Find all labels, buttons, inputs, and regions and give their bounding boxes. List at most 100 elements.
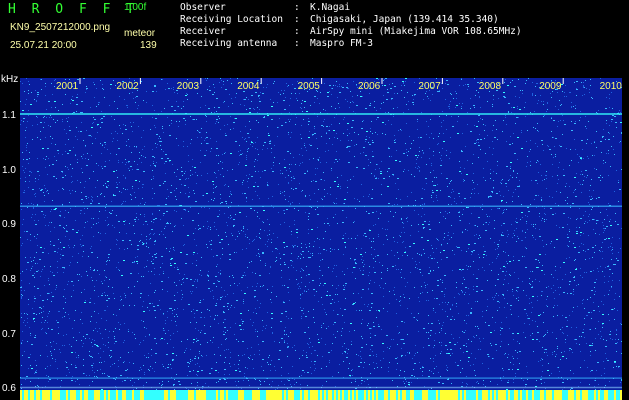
noise-speck	[141, 276, 142, 277]
noise-speck	[215, 123, 216, 124]
noise-speck	[473, 250, 475, 251]
noise-speck	[216, 121, 217, 122]
noise-speck	[118, 360, 119, 361]
noise-speck	[508, 369, 510, 370]
noise-speck	[116, 239, 117, 240]
noise-speck	[502, 179, 503, 180]
noise-speck	[584, 272, 585, 273]
noise-speck	[587, 156, 588, 157]
noise-speck	[459, 85, 460, 86]
noise-speck	[263, 326, 264, 327]
noise-speck	[608, 150, 609, 151]
noise-speck	[526, 248, 527, 249]
noise-speck	[345, 298, 346, 299]
noise-speck	[85, 196, 87, 197]
noise-speck	[39, 259, 41, 260]
noise-speck	[245, 236, 246, 237]
noise-speck	[317, 201, 318, 202]
noise-speck	[400, 199, 401, 200]
noise-speck	[83, 202, 84, 203]
noise-speck	[210, 151, 211, 152]
noise-speck	[594, 294, 595, 295]
noise-speck	[109, 355, 110, 356]
noise-speck	[218, 372, 219, 373]
noise-speck	[437, 239, 438, 240]
noise-speck	[219, 118, 220, 119]
noise-speck	[92, 370, 93, 371]
noise-speck	[340, 308, 341, 309]
noise-speck	[536, 380, 537, 381]
noise-speck	[536, 267, 538, 268]
noise-speck	[569, 92, 570, 93]
noise-speck	[547, 102, 548, 103]
noise-speck	[581, 159, 582, 160]
noise-speck	[244, 139, 245, 140]
noise-speck	[230, 153, 232, 154]
noise-speck	[28, 299, 29, 300]
noise-speck	[461, 202, 462, 203]
noise-speck	[235, 180, 237, 181]
noise-speck	[542, 371, 543, 372]
noise-speck	[322, 304, 323, 305]
noise-speck	[555, 270, 556, 271]
noise-speck	[53, 119, 54, 120]
noise-speck	[163, 366, 164, 367]
noise-speck	[149, 303, 151, 304]
noise-speck	[249, 243, 250, 244]
noise-speck	[286, 316, 287, 317]
noise-speck	[379, 285, 380, 286]
noise-speck	[224, 379, 226, 380]
noise-speck	[222, 162, 223, 163]
noise-speck	[417, 157, 418, 158]
noise-speck	[505, 353, 506, 354]
noise-speck	[500, 268, 501, 269]
noise-speck	[268, 185, 269, 186]
noise-speck	[369, 266, 370, 267]
noise-speck	[569, 231, 570, 232]
noise-speck	[560, 192, 561, 193]
noise-speck	[554, 146, 555, 147]
noise-speck	[239, 283, 240, 284]
noise-speck	[462, 382, 463, 383]
noise-speck	[155, 218, 157, 219]
noise-speck	[377, 134, 378, 135]
noise-speck	[538, 161, 539, 162]
noise-speck	[614, 116, 616, 117]
noise-speck	[247, 151, 248, 152]
noise-speck	[280, 191, 281, 192]
noise-speck	[37, 158, 38, 159]
noise-speck	[173, 87, 174, 88]
noise-speck	[257, 186, 259, 187]
noise-speck	[434, 340, 435, 341]
noise-speck	[91, 155, 92, 156]
noise-speck	[186, 93, 187, 94]
noise-speck	[291, 180, 292, 181]
noise-speck	[361, 380, 363, 381]
noise-speck	[290, 332, 291, 333]
noise-speck	[107, 260, 108, 261]
noise-speck	[242, 321, 244, 322]
noise-speck	[52, 200, 53, 201]
noise-speck	[543, 116, 544, 117]
noise-speck	[299, 358, 300, 359]
noise-speck	[178, 381, 179, 382]
noise-speck	[241, 230, 242, 231]
noise-speck	[170, 192, 172, 193]
noise-speck	[281, 125, 283, 126]
noise-speck	[227, 306, 228, 307]
noise-speck	[383, 80, 384, 81]
noise-speck	[340, 140, 341, 141]
noise-speck	[365, 155, 367, 156]
noise-speck	[365, 141, 366, 142]
noise-speck	[98, 313, 99, 314]
noise-speck	[403, 241, 404, 242]
noise-speck	[75, 155, 76, 156]
noise-speck	[247, 133, 249, 134]
noise-speck	[262, 341, 264, 342]
noise-speck	[420, 137, 422, 138]
noise-speck	[242, 275, 243, 276]
noise-speck	[569, 229, 570, 230]
noise-speck	[602, 323, 604, 324]
noise-speck	[600, 266, 601, 267]
noise-speck	[25, 379, 26, 380]
